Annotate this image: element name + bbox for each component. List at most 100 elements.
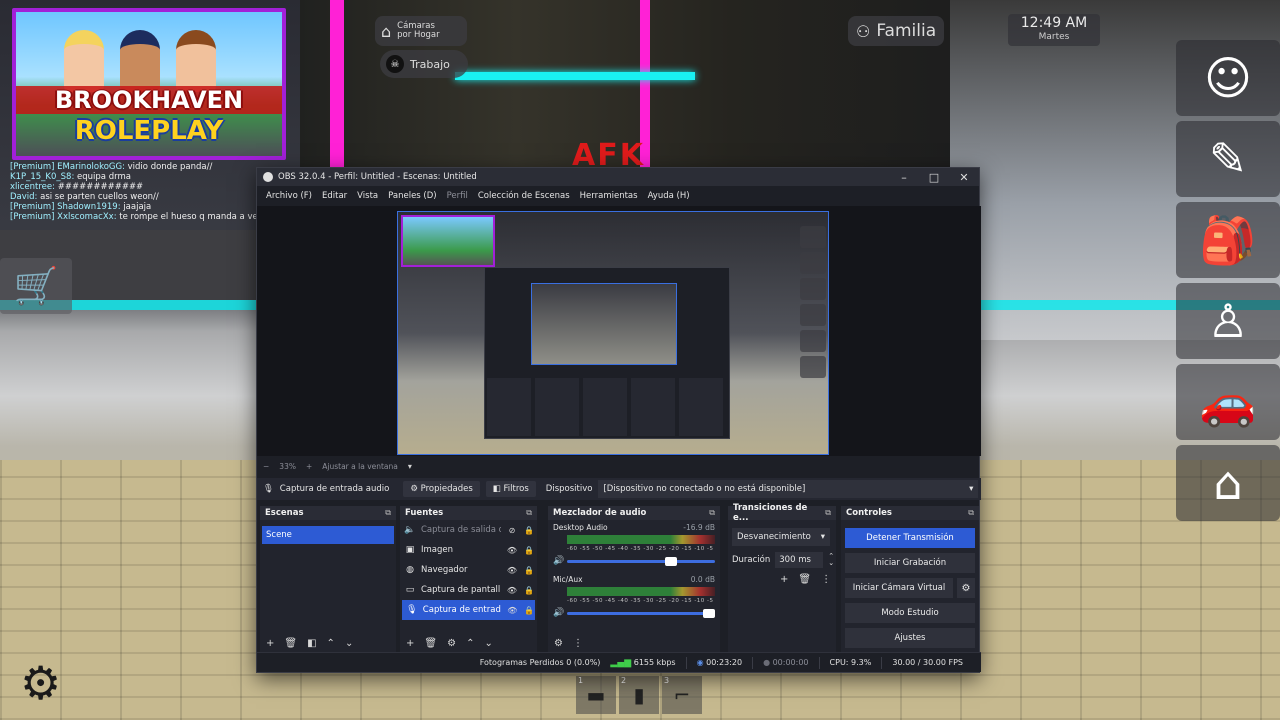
source-item[interactable]: ▣ Imagen 👁 🔒 — [400, 540, 537, 560]
eye-hidden-icon[interactable]: ⊘ — [506, 526, 518, 535]
add-icon[interactable]: + — [266, 638, 274, 649]
car-icon[interactable]: 🚗 — [1176, 364, 1280, 440]
hotbar-slot[interactable]: 2 ▮ — [619, 676, 659, 714]
device-select[interactable]: [Dispositivo no conectado o no está disp… — [598, 480, 979, 498]
pistol-icon: ⌐ — [673, 683, 691, 707]
start-recording-button[interactable]: Iniciar Grabación — [845, 553, 975, 573]
start-virtual-camera-button[interactable]: Iniciar Cámara Virtual — [845, 578, 953, 598]
family-button[interactable]: ⚇ Familia — [848, 16, 944, 46]
eye-icon[interactable]: 👁 — [506, 586, 518, 595]
face-icon[interactable]: ☺ — [1176, 40, 1280, 116]
settings-button[interactable]: Ajustes — [845, 628, 975, 648]
dropped-frames: Fotogramas Perdidos 0 (0.0%) — [479, 658, 601, 667]
obs-logo-icon — [263, 172, 273, 182]
scene-item[interactable]: Scene — [262, 526, 394, 544]
filters-button[interactable]: ◧ Filtros — [485, 481, 536, 497]
fit-window-label[interactable]: Ajustar a la ventana — [322, 462, 398, 471]
mixer-advanced-icon[interactable]: ⚙ — [554, 638, 563, 649]
preview-canvas[interactable] — [397, 211, 829, 455]
minimize-icon[interactable]: – — [889, 171, 919, 184]
add-icon[interactable]: + — [406, 638, 414, 649]
transitions-dock: Transiciones de e... ⧉ Desvanecimiento ▾ D… — [728, 503, 836, 652]
properties-button[interactable]: ⚙ Propiedades — [403, 481, 480, 497]
source-item-selected[interactable]: 🎙 Captura de entrad 👁 🔒 — [402, 600, 535, 620]
trash-icon[interactable]: 🗑 — [798, 574, 811, 585]
up-icon[interactable]: ⌃ — [327, 638, 335, 649]
stop-streaming-button[interactable]: Detener Transmisión — [845, 528, 975, 548]
trash-icon[interactable]: 🗑 — [284, 638, 297, 649]
meter-ticks: -60 -55 -50 -45 -40 -35 -30 -25 -20 -15 … — [567, 598, 715, 604]
undock-icon[interactable]: ⧉ — [526, 508, 532, 518]
chevron-down-icon[interactable]: ▾ — [408, 462, 412, 471]
home-cameras-label-line2: por Hogar — [397, 30, 440, 40]
mixer-title: Mezclador de audio — [553, 508, 647, 518]
lock-icon[interactable]: 🔒 — [523, 566, 535, 575]
down-icon[interactable]: ⌄ — [484, 638, 492, 649]
lock-icon[interactable]: 🔒 — [523, 606, 535, 615]
menu-file[interactable]: Archivo (F) — [261, 191, 317, 201]
controls-dock: Controles ⧉ Detener Transmisión Iniciar G… — [841, 506, 979, 652]
backpack-icon[interactable]: 🎒 — [1176, 202, 1280, 278]
virtual-camera-settings-icon[interactable]: ⚙ — [957, 578, 975, 598]
zoom-out-button[interactable]: − — [263, 462, 269, 471]
menu-help[interactable]: Ayuda (H) — [643, 191, 695, 201]
rifle-icon: ▬ — [586, 683, 606, 707]
volume-knob[interactable] — [703, 608, 715, 618]
speaker-icon[interactable]: 🔊 — [553, 556, 564, 566]
studio-mode-button[interactable]: Modo Estudio — [845, 603, 975, 623]
shop-cart-icon[interactable]: 🛒 — [0, 258, 72, 314]
undock-icon[interactable]: ⧉ — [825, 508, 831, 518]
duration-input[interactable]: 300 ms — [775, 552, 824, 568]
menu-edit[interactable]: Editar — [317, 191, 352, 201]
eye-icon[interactable]: 👁 — [506, 566, 518, 575]
spinner-icon[interactable]: ⌃ ⌄ — [828, 553, 834, 567]
more-options-icon[interactable]: ⋮ — [573, 638, 583, 649]
undock-icon[interactable]: ⧉ — [385, 508, 391, 518]
home-cameras-button[interactable]: ⌂ Cámaras por Hogar — [375, 16, 467, 46]
source-item[interactable]: ▭ Captura de pantall 👁 🔒 — [400, 580, 537, 600]
game-settings-gear-icon[interactable]: ⚙ — [20, 660, 61, 706]
down-icon[interactable]: ⌄ — [345, 638, 353, 649]
channel-db: -16.9 dB — [683, 523, 715, 532]
mixer-channel: Mic/Aux 0.0 dB -60 -55 -50 -45 -40 -35 -3… — [548, 572, 720, 618]
window-titlebar: OBS 32.0.4 - Perfil: Untitled - Escenas:… — [257, 168, 979, 186]
source-item[interactable]: ◍ Navegador 👁 🔒 — [400, 560, 537, 580]
lock-icon[interactable]: 🔒 — [523, 546, 535, 555]
eye-icon[interactable]: 👁 — [506, 606, 518, 615]
hotbar-slot[interactable]: 3 ⌐ — [662, 676, 702, 714]
menu-view[interactable]: Vista — [352, 191, 383, 201]
maximize-icon[interactable]: □ — [919, 171, 949, 184]
close-icon[interactable]: ✕ — [949, 171, 979, 184]
lock-icon[interactable]: 🔒 — [523, 586, 535, 595]
avatar-icon[interactable]: ♙ — [1176, 283, 1280, 359]
house-icon[interactable]: ⌂ — [1176, 445, 1280, 521]
more-options-icon[interactable]: ⋮ — [821, 574, 831, 585]
menu-tools[interactable]: Herramientas — [575, 191, 643, 201]
face-pencil-icon[interactable]: ✎ — [1176, 121, 1280, 197]
hotbar-slot[interactable]: 1 ▬ — [576, 676, 616, 714]
filter-icon[interactable]: ◧ — [307, 638, 316, 649]
up-icon[interactable]: ⌃ — [466, 638, 474, 649]
mic-icon: 🎙 — [406, 605, 418, 615]
menu-scene-collection[interactable]: Colección de Escenas — [473, 191, 575, 201]
status-bar: Fotogramas Perdidos 0 (0.0%) ▂▄▆ 6155 kb… — [257, 652, 981, 672]
lock-icon[interactable]: 🔒 — [523, 526, 535, 535]
volume-slider[interactable] — [567, 556, 715, 566]
source-item[interactable]: 🔈 Captura de salida d ⊘ 🔒 — [400, 520, 537, 540]
chevron-down-icon: ▾ — [820, 532, 825, 542]
zoom-in-button[interactable]: + — [306, 462, 312, 471]
undock-icon[interactable]: ⧉ — [968, 508, 974, 518]
gear-icon[interactable]: ⚙ — [447, 638, 456, 649]
menu-docks[interactable]: Paneles (D) — [383, 191, 441, 201]
add-icon[interactable]: + — [780, 574, 788, 585]
undock-icon[interactable]: ⧉ — [709, 508, 715, 518]
trash-icon[interactable]: 🗑 — [424, 638, 437, 649]
volume-knob[interactable] — [664, 556, 677, 566]
eye-icon[interactable]: 👁 — [506, 546, 518, 555]
speaker-icon[interactable]: 🔊 — [553, 608, 564, 618]
menu-profile[interactable]: Perfil — [442, 191, 473, 201]
preview-nested-obs — [484, 267, 730, 439]
work-button[interactable]: ☠ Trabajo — [380, 50, 468, 78]
transition-select[interactable]: Desvanecimiento ▾ — [732, 528, 830, 546]
volume-slider[interactable] — [567, 608, 715, 618]
